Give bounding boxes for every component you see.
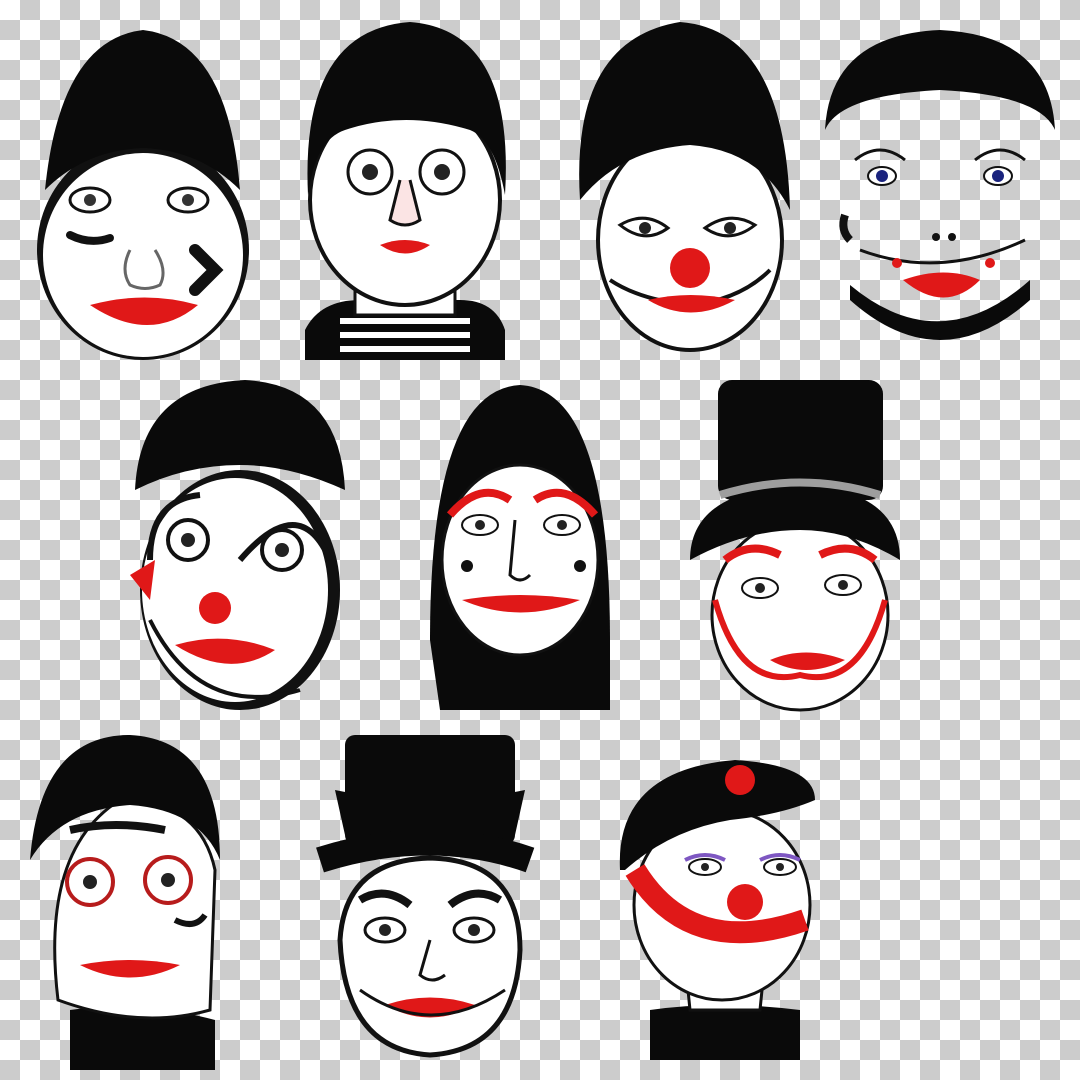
- mime-face-4: [825, 30, 1055, 340]
- mime-face-5: [130, 380, 345, 710]
- mime-face-9: [316, 735, 535, 1058]
- mime-faces-illustration: [0, 0, 1080, 1080]
- mime-face-1: [37, 30, 249, 360]
- mime-face-3: [579, 22, 790, 352]
- mime-face-10: [619, 760, 815, 1060]
- mime-face-6: [430, 385, 610, 710]
- mime-face-8: [30, 735, 220, 1070]
- mime-face-7: [690, 380, 900, 712]
- faces-canvas: [30, 22, 1055, 1070]
- mime-face-2: [305, 22, 506, 360]
